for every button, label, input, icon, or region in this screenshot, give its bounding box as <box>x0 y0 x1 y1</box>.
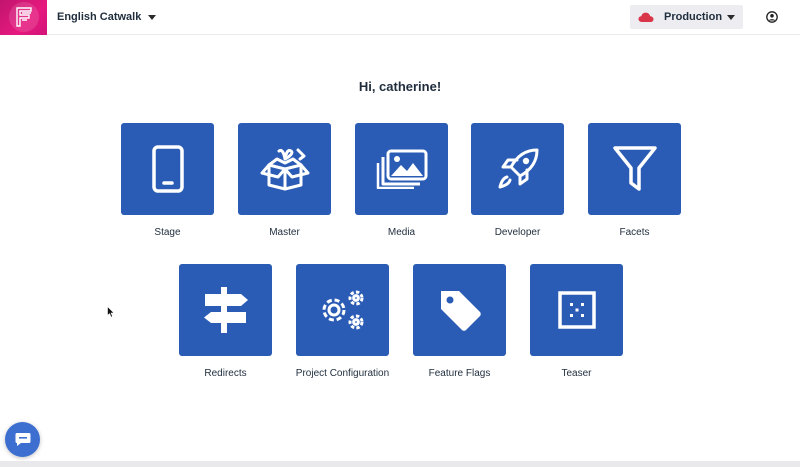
mouse-cursor-icon <box>107 306 115 318</box>
tile-label: Master <box>269 227 300 238</box>
cloud-icon <box>638 12 654 22</box>
tile-icon-box <box>121 123 214 215</box>
tile-icon-box <box>355 123 448 215</box>
tile-label: Teaser <box>561 368 592 379</box>
tile-label: Redirects <box>204 368 247 379</box>
top-bar: English Catwalk Production <box>0 0 800 35</box>
tile-icon-box <box>471 123 564 215</box>
logo-icon <box>9 2 39 32</box>
images-icon <box>376 149 427 189</box>
chat-button[interactable] <box>5 422 40 457</box>
tile-developer[interactable]: Developer <box>471 123 564 238</box>
rocket-icon <box>498 148 538 189</box>
open-box-icon <box>260 148 309 191</box>
tile-icon-box <box>530 264 623 356</box>
environment-label: Production <box>664 11 723 23</box>
account-button[interactable] <box>766 10 778 23</box>
tile-icon-box <box>588 123 681 215</box>
chevron-down-icon <box>727 15 735 20</box>
project-selector[interactable]: English Catwalk <box>57 9 157 25</box>
app-logo[interactable] <box>0 0 47 35</box>
tile-teaser[interactable]: Teaser <box>530 264 623 379</box>
tile-icon-box <box>238 123 331 215</box>
tile-label: Stage <box>154 227 181 238</box>
tile-label: Project Configuration <box>295 368 390 379</box>
tile-project-configuration[interactable]: Project Configuration <box>296 264 389 379</box>
gears-icon <box>322 290 363 330</box>
tile-stage[interactable]: Stage <box>121 123 214 238</box>
tile-icon-box <box>179 264 272 356</box>
greeting-heading: Hi, catherine! <box>358 79 442 94</box>
user-circle-icon <box>766 11 778 23</box>
tile-label: Feature Flags <box>428 368 491 379</box>
dotted-square-icon <box>557 291 596 329</box>
tile-icon-box <box>413 264 506 356</box>
tile-master[interactable]: Master <box>238 123 331 238</box>
tile-label: Media <box>387 227 416 238</box>
tile-label: Facets <box>619 227 650 238</box>
filter-funnel-icon <box>612 146 657 191</box>
environment-selector[interactable]: Production <box>630 5 743 29</box>
smartphone-icon <box>151 145 184 193</box>
chat-bubble-icon <box>15 433 30 446</box>
tile-redirects[interactable]: Redirects <box>179 264 272 379</box>
tile-label: Developer <box>494 227 541 238</box>
tile-facets[interactable]: Facets <box>588 123 681 238</box>
tile-media[interactable]: Media <box>355 123 448 238</box>
tag-icon <box>440 291 481 331</box>
tile-icon-box <box>296 264 389 356</box>
tile-feature-flags[interactable]: Feature Flags <box>413 264 506 379</box>
chevron-down-icon <box>148 14 157 20</box>
bottom-strip <box>0 461 800 467</box>
signpost-icon <box>203 287 248 333</box>
project-name: English Catwalk <box>57 11 142 23</box>
